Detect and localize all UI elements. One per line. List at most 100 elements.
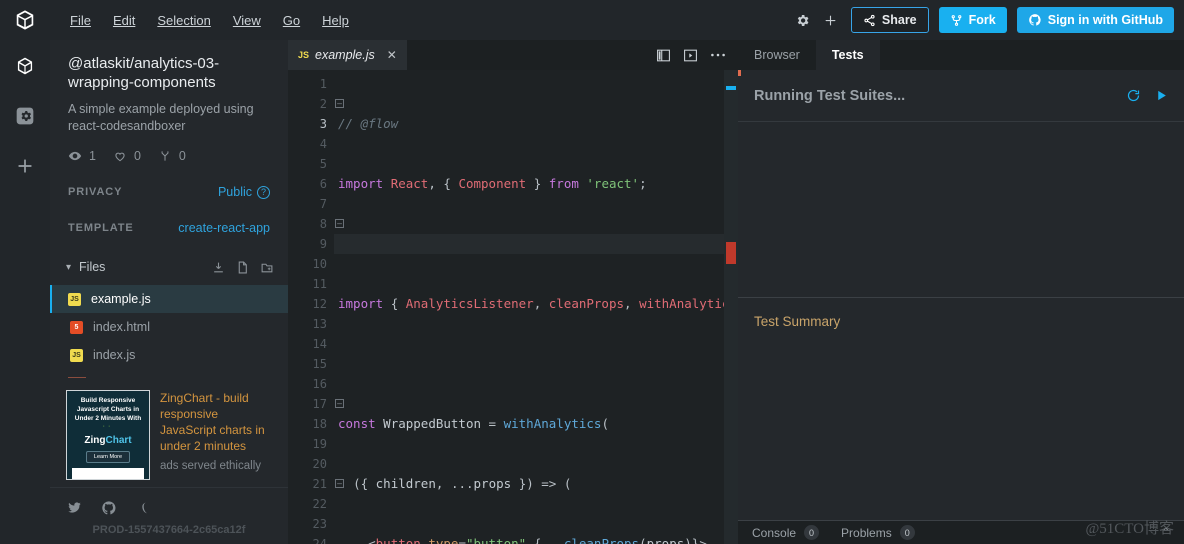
ad-cta-button[interactable]: Learn More — [86, 451, 130, 463]
bottom-tab-problems-label: Problems — [841, 526, 892, 540]
download-icon[interactable] — [212, 261, 225, 274]
line-number: 12 — [288, 294, 334, 314]
discord-icon[interactable] — [135, 500, 151, 516]
app-logo[interactable] — [0, 9, 50, 31]
test-summary-title: Test Summary — [754, 314, 1168, 329]
rail-plus-icon[interactable] — [11, 152, 39, 180]
file-item-example-js[interactable]: JS example.js — [50, 285, 288, 313]
bottom-tab-console[interactable]: Console 0 — [752, 525, 819, 540]
share-icon — [863, 14, 876, 27]
sandbox-info: @atlaskit/analytics-03-wrapping-componen… — [50, 40, 288, 235]
console-count-badge: 0 — [804, 525, 819, 540]
file-item-label: index.js — [93, 348, 135, 362]
preview-bottom-bar: Console 0 Problems 0 ⌃ — [738, 520, 1184, 544]
stat-forks: 0 — [158, 149, 186, 163]
eye-icon — [68, 149, 82, 163]
chevron-up-icon[interactable]: ⌃ — [1162, 527, 1170, 538]
code-line: import { AnalyticsListener, cleanProps, … — [334, 294, 724, 314]
github-icon[interactable] — [101, 500, 117, 516]
tab-tests-label: Tests — [832, 48, 864, 62]
line-number: 20 — [288, 454, 334, 474]
editor-tab-label: example.js — [315, 48, 375, 62]
sidebar-scroll-area[interactable]: @atlaskit/analytics-03-wrapping-componen… — [50, 40, 288, 487]
tab-tests[interactable]: Tests — [816, 40, 880, 70]
ad-title[interactable]: ZingChart - build responsive JavaScript … — [160, 390, 274, 454]
new-file-icon[interactable] — [236, 261, 249, 274]
file-item-index-js[interactable]: JS index.js — [50, 341, 288, 369]
split-pane-icon-glyph — [656, 49, 671, 62]
line-number: 6 — [288, 174, 334, 194]
line-number: 8– — [288, 214, 334, 234]
fork-button-label: Fork — [969, 13, 996, 27]
rail-settings-icon[interactable] — [11, 102, 39, 130]
editor-tab-example-js[interactable]: JS example.js ✕ — [288, 40, 407, 70]
files-header[interactable]: ▾ Files — [50, 255, 288, 279]
refresh-icon-glyph — [1126, 88, 1141, 103]
file-item-label: index.html — [93, 320, 150, 334]
test-summary-fill — [738, 345, 1184, 520]
stat-views: 1 — [68, 149, 96, 163]
stat-likes-value: 0 — [134, 149, 141, 163]
menu-item-help[interactable]: Help — [312, 9, 359, 32]
line-number: 13 — [288, 314, 334, 334]
menu-item-file-label: File — [70, 13, 91, 28]
ad-image-line2: Javascript Charts in — [69, 405, 147, 414]
menu-item-help-label: Help — [322, 13, 349, 28]
ad-subtitle: ads served ethically — [160, 460, 274, 472]
refresh-icon[interactable] — [1126, 88, 1141, 103]
line-number-active: 3 — [288, 114, 334, 134]
play-icon-glyph — [1155, 89, 1168, 102]
source-code[interactable]: // @flow import React, { Component } fro… — [334, 70, 724, 544]
code-area[interactable]: 1 2– 3 4 5 6 7 8– 9 10 11 12 13 14 15 16 — [288, 70, 738, 544]
js-file-icon: JS — [70, 349, 83, 362]
activity-rail — [0, 40, 50, 544]
sign-in-button-label: Sign in with GitHub — [1048, 13, 1163, 27]
overview-ruler-scrollbar[interactable] — [724, 70, 738, 544]
menu-item-edit[interactable]: Edit — [103, 9, 145, 32]
gear-icon[interactable] — [789, 6, 817, 34]
ad-image-line3: Under 2 Minutes With — [69, 414, 147, 423]
sign-in-with-github-button[interactable]: Sign in with GitHub — [1017, 7, 1174, 33]
line-number: 23 — [288, 514, 334, 534]
more-options-icon[interactable] — [710, 52, 726, 58]
twitter-icon[interactable] — [66, 500, 83, 516]
template-value[interactable]: create-react-app — [178, 221, 270, 235]
template-label: TEMPLATE — [68, 222, 134, 234]
bottom-tab-console-label: Console — [752, 526, 796, 540]
play-icon[interactable] — [1155, 89, 1168, 102]
code-editor-panel: JS example.js ✕ — [288, 40, 738, 544]
rail-cube-icon[interactable] — [11, 52, 39, 80]
chevron-down-icon[interactable]: ▾ — [66, 262, 71, 273]
file-item-index-html[interactable]: 5 index.html — [50, 313, 288, 341]
top-bar: File Edit Selection View Go Help Share — [0, 0, 1184, 40]
line-number: 22 — [288, 494, 334, 514]
close-icon[interactable]: ✕ — [387, 48, 397, 62]
fork-icon — [158, 149, 172, 163]
plus-icon[interactable] — [817, 6, 845, 34]
line-number: 9 — [288, 234, 334, 254]
js-file-icon: JS — [68, 293, 81, 306]
editor-tabbar-actions — [656, 40, 738, 70]
test-runner-header: Running Test Suites... — [738, 70, 1184, 122]
menu-item-file[interactable]: File — [60, 9, 101, 32]
privacy-label: PRIVACY — [68, 186, 122, 198]
menu-item-go[interactable]: Go — [273, 9, 310, 32]
menu-item-view[interactable]: View — [223, 9, 271, 32]
new-folder-icon[interactable] — [260, 261, 274, 274]
ad-text: ZingChart - build responsive JavaScript … — [160, 390, 274, 480]
split-pane-icon[interactable] — [656, 49, 671, 62]
preview-pane-icon[interactable] — [683, 49, 698, 62]
privacy-value[interactable]: Public ? — [218, 185, 270, 199]
question-circle-icon[interactable]: ? — [257, 186, 270, 199]
share-button[interactable]: Share — [851, 7, 929, 33]
stat-likes: 0 — [113, 149, 141, 163]
files-actions — [212, 261, 274, 274]
test-runner-actions — [1126, 88, 1168, 103]
bottom-tab-problems[interactable]: Problems 0 — [841, 525, 915, 540]
sidebar-advertisement[interactable]: Build Responsive Javascript Charts in Un… — [50, 378, 288, 480]
privacy-value-text: Public — [218, 185, 252, 199]
menu-item-selection[interactable]: Selection — [147, 9, 220, 32]
test-results-body[interactable] — [738, 122, 1184, 297]
tab-browser[interactable]: Browser — [738, 40, 816, 70]
fork-button[interactable]: Fork — [939, 7, 1007, 33]
